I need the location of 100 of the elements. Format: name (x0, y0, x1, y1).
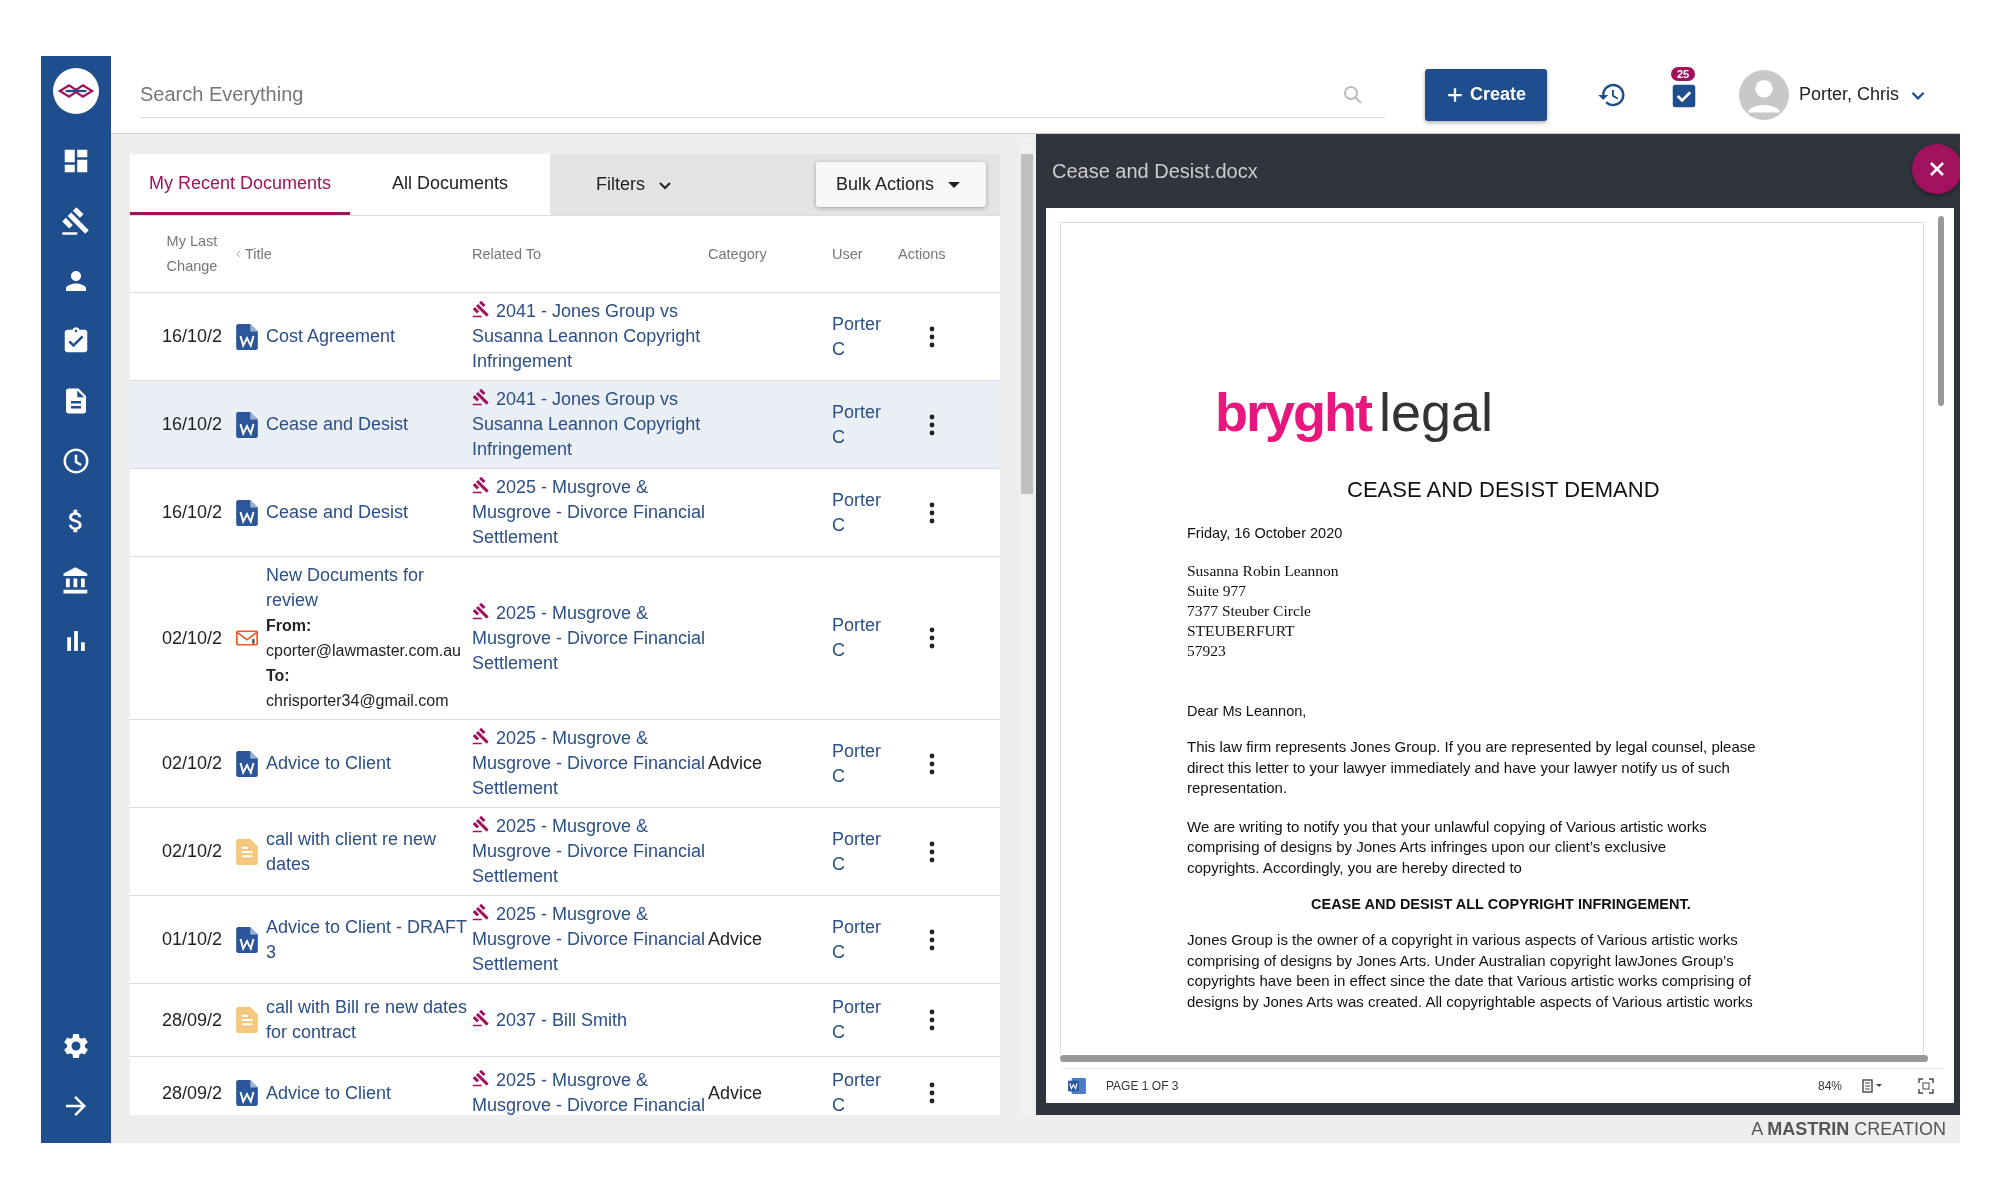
user-cell-text: Porter C (832, 488, 883, 537)
gavel-icon (472, 727, 490, 745)
column-header[interactable]: My Last Change (162, 229, 222, 279)
date-cell-text: 01/10/2 (162, 928, 224, 951)
logo-icon[interactable] (53, 68, 99, 114)
more-options-icon[interactable] (929, 627, 935, 649)
related-matter-link[interactable]: 2025 - Musgrove & Musgrove - Divorce Financial Settlement (472, 902, 708, 977)
column-header[interactable]: Related To (472, 241, 708, 267)
date-cell-text: 16/10/2 (162, 325, 224, 348)
table-row[interactable]: 28/09/2 call with Bill re new dates for contract 2037 - Bill Smith Porter C (130, 984, 1000, 1057)
gavel-icon (472, 601, 490, 620)
user-name[interactable]: Porter, Chris (1799, 84, 1900, 105)
word-document-icon (236, 750, 258, 777)
more-options-icon[interactable] (929, 1009, 935, 1031)
date-cell-text: 02/10/2 (162, 752, 224, 775)
demand-heading: CEASE AND DESIST ALL COPYRIGHT INFRINGEMENT. (1311, 896, 1692, 912)
email-summary[interactable]: New Documents for review From: cporter@lawmaster.com.au To: chrisporter34@gmail.com (266, 563, 472, 713)
document-title-link[interactable]: Cease and Desist (266, 500, 472, 525)
letter-paragraph: This law firm represents Jones Group. If you are represented by legal counsel, please direct this letter to your lawyer immediately and have your lawyer notify us of such representation. (1187, 737, 1757, 798)
gavel-icon (472, 815, 490, 833)
column-header[interactable]: Title (245, 241, 272, 267)
user-cell-text: Porter C (832, 827, 883, 876)
plus-icon (1446, 85, 1464, 104)
category-cell: Advice (708, 1082, 763, 1103)
column-header[interactable]: Actions (898, 241, 1000, 267)
word-document-icon (236, 323, 258, 350)
clock-icon[interactable] (61, 446, 91, 476)
more-options-icon[interactable] (929, 413, 935, 436)
related-matter-link[interactable]: 2037 - Bill Smith (472, 1007, 708, 1033)
gavel-icon (472, 1069, 490, 1087)
user-cell-text: Porter C (832, 312, 883, 361)
category-cell: Advice (708, 753, 763, 773)
table-row[interactable]: 02/10/2 call with client re new dates 2025 - Musgrove & Musgrove - Divorce Financial Settlement Porter C (130, 808, 1000, 896)
gavel-icon (472, 476, 490, 494)
page-indicator: PAGE 1 OF 3 (1106, 1079, 1179, 1093)
related-matter-link[interactable]: 2041 - Jones Group vs Susanna Leannon Copyright Infringement (472, 387, 708, 462)
more-options-icon[interactable] (929, 1082, 935, 1104)
more-options-icon[interactable] (929, 928, 935, 951)
word-document-icon (236, 411, 258, 438)
filters-dropdown[interactable]: Filters (590, 173, 679, 196)
footer-credit: A MASTRIN CREATION (1751, 1118, 1946, 1140)
letter-date: Friday, 16 October 2020 (1187, 525, 1344, 541)
zoom-level[interactable]: 84% (1817, 1079, 1842, 1093)
date-cell-text: 16/10/2 (162, 501, 224, 524)
create-button[interactable]: Create (1425, 68, 1547, 121)
letter-paragraph: We are writing to notify you that your unlawful copying of Various artistic works comprising of designs by Jones Arts infringes upon our client’s exclusive copyrights. Accordingly, you are hereby directed to (1187, 816, 1708, 878)
user-cell-text: Porter C (832, 1069, 883, 1115)
scrollbar[interactable] (1938, 216, 1944, 406)
related-matter-link[interactable]: 2025 - Musgrove & Musgrove - Divorce Financial Settlement (472, 814, 708, 889)
document-title-link[interactable]: call with client re new dates (266, 826, 472, 877)
fullscreen-icon[interactable] (1918, 1078, 1934, 1094)
settings-icon[interactable] (61, 1031, 91, 1061)
scrollbar[interactable] (1060, 1055, 1928, 1062)
user-cell-text: Porter C (832, 614, 883, 662)
gavel-icon (472, 388, 490, 406)
document-title-link[interactable]: Advice to Client (266, 1080, 472, 1106)
table-row[interactable]: 16/10/2 Cease and Desist 2025 - Musgrove & Musgrove - Divorce Financial Settlement Porter C (130, 469, 1000, 557)
related-matter-link[interactable]: 2025 - Musgrove & Musgrove - Divorce Financial (472, 1068, 708, 1115)
word-app-icon (1068, 1078, 1086, 1094)
date-cell-text: 02/10/2 (162, 626, 224, 650)
letter-paragraph: Jones Group is the owner of a copyright in various aspects of Various artistic works comprising of designs by Jones Arts. Under Australian copyright lawJones Group’s copyrights have been in effect since the date that Various artistic works comprising of designs by Jones Arts was created. All copyrightable aspects of Various artistic works (1187, 930, 1754, 1012)
document-title-link[interactable]: Cost Agreement (266, 324, 472, 349)
salutation: Dear Ms Leannon, (1187, 703, 1308, 719)
user-cell-text: Porter C (832, 739, 883, 788)
related-matter-link[interactable]: 2041 - Jones Group vs Susanna Leannon Copyright Infringement (472, 299, 708, 374)
table-row[interactable]: 16/10/2 Cease and Desist 2041 - Jones Group vs Susanna Leannon Copyright Infringement Porter C (130, 381, 1000, 469)
date-cell-text: 16/10/2 (162, 413, 224, 436)
table-row[interactable]: 02/10/2 Advice to Client 2025 - Musgrove & Musgrove - Divorce Financial Settlement Advice Porter C (130, 720, 1000, 808)
document-heading: CEASE AND DESIST DEMAND (1347, 477, 1661, 503)
category-cell: Advice (708, 929, 763, 949)
gavel-icon (472, 1008, 490, 1027)
bulk-actions-button[interactable]: Bulk Actions (815, 162, 986, 207)
related-matter-link[interactable]: 2025 - Musgrove & Musgrove - Divorce Financial Settlement (472, 726, 708, 801)
word-document-icon (236, 1080, 258, 1106)
more-options-icon[interactable] (929, 840, 935, 863)
column-header[interactable]: Category (708, 241, 832, 267)
more-options-icon[interactable] (929, 501, 935, 524)
note-icon (236, 838, 258, 865)
related-matter-link[interactable]: 2025 - Musgrove & Musgrove - Divorce Financial Settlement (472, 475, 708, 550)
user-cell-text: Porter C (832, 996, 883, 1044)
document-title-link[interactable]: Advice to Client - DRAFT 3 (266, 914, 472, 965)
search-field[interactable]: Search Everything (140, 71, 1385, 118)
more-options-icon[interactable] (929, 752, 935, 775)
column-header[interactable]: User (832, 241, 898, 267)
preview-title: Cease and Desist.docx (1052, 159, 1258, 183)
company-logo: bryghtlegal (1215, 381, 1495, 443)
related-matter-link[interactable]: 2025 - Musgrove & Musgrove - Divorce Financial Settlement (472, 600, 708, 676)
gavel-icon[interactable] (61, 206, 91, 236)
date-cell-text: 02/10/2 (162, 840, 224, 863)
user-cell-text: Porter C (832, 915, 883, 964)
more-options-icon[interactable] (929, 325, 935, 348)
date-cell-text: 28/09/2 (162, 1008, 224, 1032)
note-icon (236, 1007, 258, 1033)
close-button[interactable] (1912, 144, 1960, 194)
document-title-link[interactable]: Advice to Client (266, 751, 472, 776)
date-cell-text: 28/09/2 (162, 1081, 224, 1105)
gavel-icon (472, 300, 490, 318)
document-title-link[interactable]: Cease and Desist (266, 412, 472, 437)
page-view-icon[interactable] (1862, 1079, 1884, 1093)
document-title-link[interactable]: call with Bill re new dates for contract (266, 995, 472, 1045)
